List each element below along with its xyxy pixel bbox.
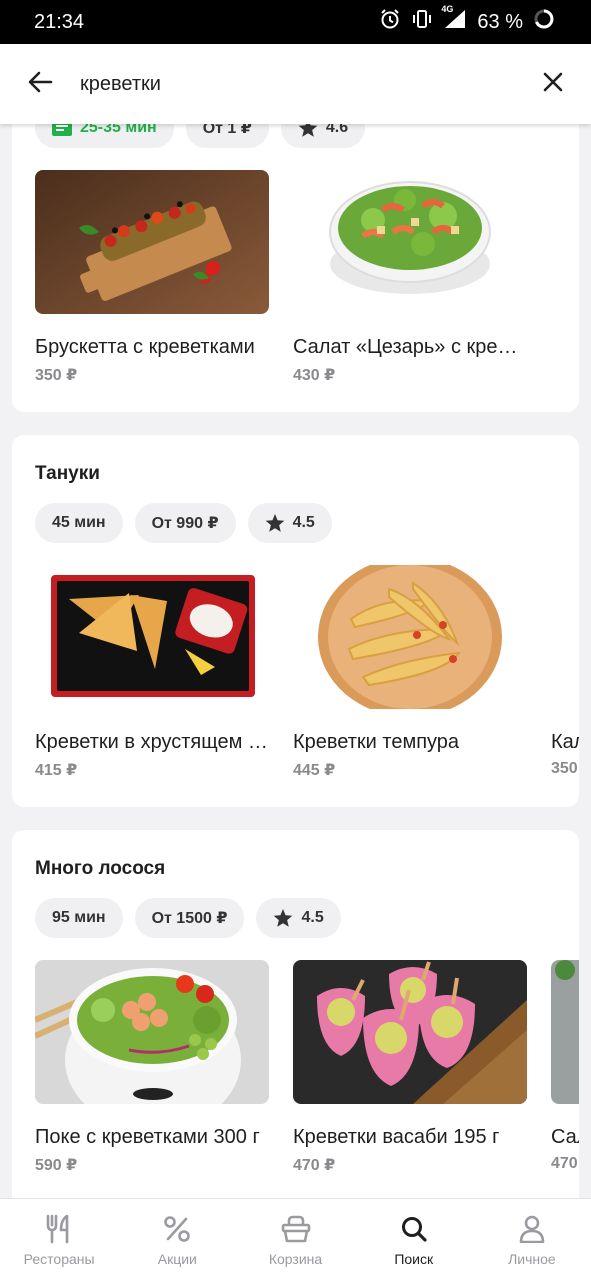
search-input[interactable]: креветки: [56, 73, 515, 96]
rating-chip: 4.5: [247, 503, 332, 543]
restaurant-name: Много лосося: [35, 858, 166, 879]
dish-price: 350 ₽: [35, 367, 78, 384]
dish-price: 415 ₽: [35, 762, 78, 779]
min-order-chip: От 1500 ₽: [134, 898, 245, 938]
nav-label: Рестораны: [23, 1251, 95, 1267]
tempura-image: [293, 565, 527, 709]
nav-promotions[interactable]: Акции: [118, 1199, 236, 1280]
restaurant-card[interactable]: Тануки 45 мин От 990 ₽ 4.5 Креветки в хр…: [12, 435, 579, 807]
status-icons: 4G 63 %: [379, 4, 555, 36]
bruschetta-image: [35, 170, 269, 314]
min-order-chip: От 1 ₽: [185, 124, 269, 148]
bottom-navigation: Рестораны Акции Корзина Поиск Личное: [0, 1198, 591, 1280]
wasabi-shrimp-image: [293, 960, 527, 1104]
dish-price: 430 ₽: [293, 367, 336, 384]
restaurant-card[interactable]: 25-35 мин От 1 ₽ 4.6 Брускетта с креветк…: [12, 124, 579, 412]
dish-card[interactable]: Поке с креветками 300 г 590 ₽: [35, 960, 269, 1175]
nav-label: Корзина: [268, 1251, 323, 1267]
battery-icon: [533, 8, 555, 36]
nav-profile[interactable]: Личное: [473, 1199, 591, 1280]
battery-percent: 63 %: [477, 10, 523, 33]
dish-name: Кал: [551, 731, 579, 753]
dish-card[interactable]: Креветки в хрустящем тесте 415 ₽: [35, 565, 269, 780]
dish-name: Салат «Цезарь» с креветками: [293, 336, 527, 358]
poke-image: [35, 960, 269, 1104]
status-time: 21:34: [34, 10, 85, 33]
dish-price: 350: [551, 760, 578, 777]
delivery-time-chip: 45 мин: [35, 503, 123, 543]
restaurant-info-chips: 45 мин От 990 ₽ 4.5: [35, 503, 332, 543]
dish-card[interactable]: Креветки темпура 445 ₽: [293, 565, 527, 780]
caesar-salad-image: [293, 170, 527, 314]
dish-price: 590 ₽: [35, 1157, 78, 1174]
partial-dish-image: [551, 565, 579, 709]
network-type: 4G: [441, 4, 454, 14]
nav-cart[interactable]: Корзина: [236, 1199, 354, 1280]
crispy-shrimp-image: [35, 565, 269, 709]
nav-label: Поиск: [394, 1251, 434, 1267]
dish-name: Креветки темпура: [293, 731, 460, 753]
star-icon: [273, 908, 293, 928]
restaurant-card[interactable]: Много лосося 95 мин От 1500 ₽ 4.5 Поке с…: [12, 830, 579, 1198]
dish-card[interactable]: Брускетта с креветками 350 ₽: [35, 170, 269, 385]
delivery-time-chip: 25-35 мин: [35, 124, 174, 148]
fork-knife-icon: [45, 1213, 73, 1245]
signal-icon: 4G: [441, 4, 467, 36]
dish-list[interactable]: Креветки в хрустящем тесте 415 ₽: [35, 565, 579, 780]
dish-price: 470: [551, 1155, 578, 1172]
percent-icon: [163, 1213, 191, 1245]
dish-card[interactable]: Креветки васаби 195 г 470 ₽: [293, 960, 527, 1175]
delivery-time-chip: 95 мин: [35, 898, 123, 938]
partial-dish-image: [551, 960, 579, 1104]
search-header: креветки: [0, 44, 591, 124]
rating-chip: 4.5: [256, 898, 341, 938]
person-icon: [519, 1213, 545, 1245]
alarm-icon: [379, 8, 401, 36]
nav-restaurants[interactable]: Рестораны: [0, 1199, 118, 1280]
dish-price: 445 ₽: [293, 762, 336, 779]
dish-name: Креветки васаби 195 г: [293, 1126, 500, 1148]
search-icon: [400, 1213, 428, 1245]
search-results[interactable]: 25-35 мин От 1 ₽ 4.6 Брускетта с креветк…: [0, 124, 591, 1198]
dish-name: Креветки в хрустящем тесте: [35, 731, 269, 753]
nav-label: Акции: [157, 1251, 197, 1267]
vibrate-icon: [411, 8, 433, 36]
restaurant-info-chips: 95 мин От 1500 ₽ 4.5: [35, 898, 341, 938]
basket-icon: [281, 1213, 311, 1245]
dish-list[interactable]: Брускетта с креветками 350 ₽ Салат «Цеза…: [35, 170, 527, 385]
nav-search[interactable]: Поиск: [355, 1199, 473, 1280]
arrow-left-icon: [27, 69, 53, 100]
dish-list[interactable]: Поке с креветками 300 г 590 ₽ Креветки в…: [35, 960, 579, 1175]
nav-label: Личное: [508, 1251, 556, 1267]
star-icon: [298, 124, 318, 138]
dish-card[interactable]: Салат «Цезарь» с креветками 430 ₽: [293, 170, 527, 385]
dish-name: Брускетта с креветками: [35, 336, 255, 358]
min-order-chip: От 990 ₽: [134, 503, 236, 543]
star-icon: [265, 513, 285, 533]
dish-card[interactable]: Сал 470: [551, 960, 579, 1175]
status-bar: 21:34 4G 63 %: [0, 0, 591, 44]
rating-chip: 4.6: [280, 124, 366, 148]
delivery-icon: [52, 124, 72, 137]
restaurant-name: Тануки: [35, 463, 100, 484]
clear-search-button[interactable]: [515, 44, 591, 124]
dish-name: Сал: [551, 1126, 579, 1148]
dish-card[interactable]: Кал 350: [551, 565, 579, 780]
dish-price: 470 ₽: [293, 1157, 336, 1174]
restaurant-info-chips: 25-35 мин От 1 ₽ 4.6: [35, 124, 366, 148]
close-icon: [542, 71, 564, 98]
dish-name: Поке с креветками 300 г: [35, 1126, 260, 1148]
